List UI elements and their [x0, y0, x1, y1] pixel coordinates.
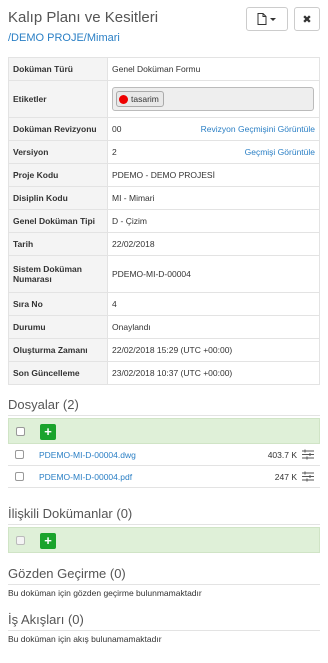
select-all-files-checkbox[interactable]: [16, 427, 25, 436]
status-value: Onaylandı: [107, 315, 320, 339]
close-icon: ✖: [302, 13, 312, 26]
related-docs-table: +: [8, 527, 320, 553]
meta-row-seq: Sıra No 4: [8, 292, 320, 316]
page-title: Kalıp Planı ve Kesitleri: [8, 9, 159, 26]
file-dropdown-icon: [257, 13, 276, 25]
meta-row-revision: Doküman Revizyonu 00 Revizyon Geçmişini G…: [8, 117, 320, 141]
revision-value: 00: [112, 124, 122, 134]
project-code-label: Proje Kodu: [8, 163, 108, 187]
related-docs-section-title: İlişkili Dokümanlar (0): [8, 506, 133, 521]
tag-color-dot-icon: [119, 94, 128, 104]
tag-label: tasarim: [131, 94, 159, 104]
tags-input[interactable]: tasarim: [112, 87, 314, 111]
add-related-doc-button[interactable]: +: [40, 533, 56, 549]
meta-row-system-number: Sistem Doküman Numarası PDEMO-MI-D-00004: [8, 255, 320, 293]
discipline-value: MI - Mimari: [107, 186, 320, 210]
meta-row-date: Tarih 22/02/2018: [8, 232, 320, 256]
meta-row-general-type: Genel Doküman Tipi D - Çizim: [8, 209, 320, 233]
seq-label: Sıra No: [8, 292, 108, 316]
related-docs-divider: [8, 524, 320, 525]
system-number-value: PDEMO-MI-D-00004: [107, 255, 320, 293]
meta-row-tags: Etiketler tasarim: [8, 80, 320, 118]
panel-header: Kalıp Planı ve Kesitleri /DEMO PROJE/Mim…: [0, 0, 328, 52]
files-table: + PDEMO-MI-D-00004.dwg 403.7 K PDEMO-MI-…: [8, 418, 320, 488]
breadcrumb[interactable]: /DEMO PROJE/Mimari: [8, 32, 120, 44]
date-value: 22/02/2018: [107, 232, 320, 256]
created-label: Oluşturma Zamanı: [8, 338, 108, 362]
seq-value: 4: [107, 292, 320, 316]
document-detail-panel: Kalıp Planı ve Kesitleri /DEMO PROJE/Mim…: [0, 0, 328, 663]
close-button[interactable]: ✖: [294, 7, 320, 31]
revision-history-link[interactable]: Revizyon Geçmişini Görüntüle: [201, 124, 315, 134]
document-metadata-table: Doküman Türü Genel Doküman Formu Etiketl…: [8, 57, 320, 385]
meta-row-doc-type: Doküman Türü Genel Doküman Formu: [8, 57, 320, 81]
discipline-label: Disiplin Kodu: [8, 186, 108, 210]
project-code-value: PDEMO - DEMO PROJESİ: [107, 163, 320, 187]
review-section-title: Gözden Geçirme (0): [8, 566, 126, 581]
related-docs-header-row: +: [8, 527, 320, 553]
meta-row-project-code: Proje Kodu PDEMO - DEMO PROJESİ: [8, 163, 320, 187]
file-row: PDEMO-MI-D-00004.dwg 403.7 K: [8, 444, 320, 466]
version-label: Versiyon: [8, 140, 108, 164]
general-type-value: D - Çizim: [107, 209, 320, 233]
updated-label: Son Güncelleme: [8, 361, 108, 385]
file-size: 247 K: [274, 472, 297, 482]
files-header-row: +: [8, 418, 320, 444]
tags-label: Etiketler: [8, 80, 108, 118]
file-size: 403.7 K: [267, 450, 297, 460]
doc-type-label: Doküman Türü: [8, 57, 108, 81]
file-checkbox[interactable]: [15, 450, 24, 459]
status-label: Durumu: [8, 315, 108, 339]
tag-chip[interactable]: tasarim: [116, 91, 164, 107]
meta-row-updated: Son Güncelleme 23/02/2018 10:37 (UTC +00…: [8, 361, 320, 385]
meta-row-discipline: Disiplin Kodu MI - Mimari: [8, 186, 320, 210]
updated-value: 23/02/2018 10:37 (UTC +00:00): [107, 361, 320, 385]
select-all-related-checkbox: [16, 536, 25, 545]
revision-label: Doküman Revizyonu: [8, 117, 108, 141]
file-name-link[interactable]: PDEMO-MI-D-00004.dwg: [39, 450, 136, 460]
workflow-section-title: İş Akışları (0): [8, 612, 84, 627]
files-section-title: Dosyalar (2): [8, 397, 79, 412]
review-divider: [8, 584, 320, 585]
file-checkbox[interactable]: [15, 472, 24, 481]
system-number-label: Sistem Doküman Numarası: [8, 255, 108, 293]
review-empty-text: Bu doküman için gözden geçirme bulunmama…: [8, 588, 202, 598]
file-row: PDEMO-MI-D-00004.pdf 247 K: [8, 466, 320, 488]
workflow-divider: [8, 630, 320, 631]
doc-type-value: Genel Doküman Formu: [107, 57, 320, 81]
file-name-link[interactable]: PDEMO-MI-D-00004.pdf: [39, 472, 132, 482]
version-value: 2: [112, 147, 117, 157]
files-divider: [8, 415, 320, 416]
file-menu-button[interactable]: [246, 7, 288, 31]
workflow-empty-text: Bu doküman için akış bulunamamaktadır: [8, 634, 162, 644]
version-history-link[interactable]: Geçmişi Görüntüle: [245, 147, 315, 157]
add-file-button[interactable]: +: [40, 424, 56, 440]
meta-row-status: Durumu Onaylandı: [8, 315, 320, 339]
meta-row-created: Oluşturma Zamanı 22/02/2018 15:29 (UTC +…: [8, 338, 320, 362]
file-options-icon[interactable]: [302, 449, 314, 460]
created-value: 22/02/2018 15:29 (UTC +00:00): [107, 338, 320, 362]
date-label: Tarih: [8, 232, 108, 256]
general-type-label: Genel Doküman Tipi: [8, 209, 108, 233]
file-options-icon[interactable]: [302, 471, 314, 482]
meta-row-version: Versiyon 2 Geçmişi Görüntüle: [8, 140, 320, 164]
